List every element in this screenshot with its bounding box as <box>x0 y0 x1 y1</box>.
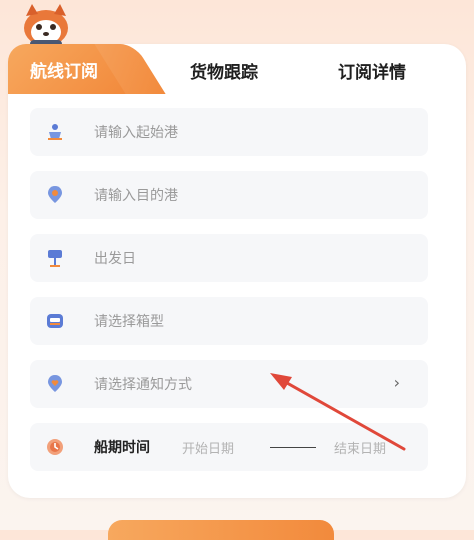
submit-button[interactable] <box>108 520 334 540</box>
destination-port-field[interactable]: 请输入目的港 <box>30 171 428 219</box>
ship-icon <box>48 124 62 140</box>
clock-icon <box>47 439 63 455</box>
heart-pin-icon <box>48 375 62 392</box>
tab-route-subscription[interactable]: 航线订阅 <box>8 44 128 94</box>
origin-port-placeholder: 请输入起始港 <box>94 125 178 141</box>
date-range-separator <box>270 447 316 448</box>
chevron-right-icon: › <box>393 373 400 392</box>
notification-method-placeholder: 请选择通知方式 <box>94 377 192 393</box>
tab-label: 航线订阅 <box>30 62 98 82</box>
notification-method-field[interactable]: 请选择通知方式 › <box>30 360 428 408</box>
tab-cargo-tracking[interactable]: 货物跟踪 <box>190 58 258 83</box>
schedule-time-field: 船期时间 开始日期 结束日期 <box>30 423 428 471</box>
destination-port-placeholder: 请输入目的港 <box>94 188 178 204</box>
origin-port-field[interactable]: 请输入起始港 <box>30 108 428 156</box>
container-type-placeholder: 请选择箱型 <box>94 314 164 330</box>
signpost-icon <box>48 250 62 267</box>
tab-subscription-details[interactable]: 订阅详情 <box>338 58 406 83</box>
container-icon <box>47 314 63 328</box>
red-panda-mascot <box>24 4 68 48</box>
end-date-input[interactable]: 结束日期 <box>334 438 386 457</box>
departure-date-field[interactable]: 出发日 <box>30 234 428 282</box>
start-date-input[interactable]: 开始日期 <box>182 438 234 457</box>
container-type-field[interactable]: 请选择箱型 <box>30 297 428 345</box>
location-pin-icon <box>48 186 62 203</box>
departure-date-placeholder: 出发日 <box>94 251 136 267</box>
schedule-time-label: 船期时间 <box>94 440 150 456</box>
